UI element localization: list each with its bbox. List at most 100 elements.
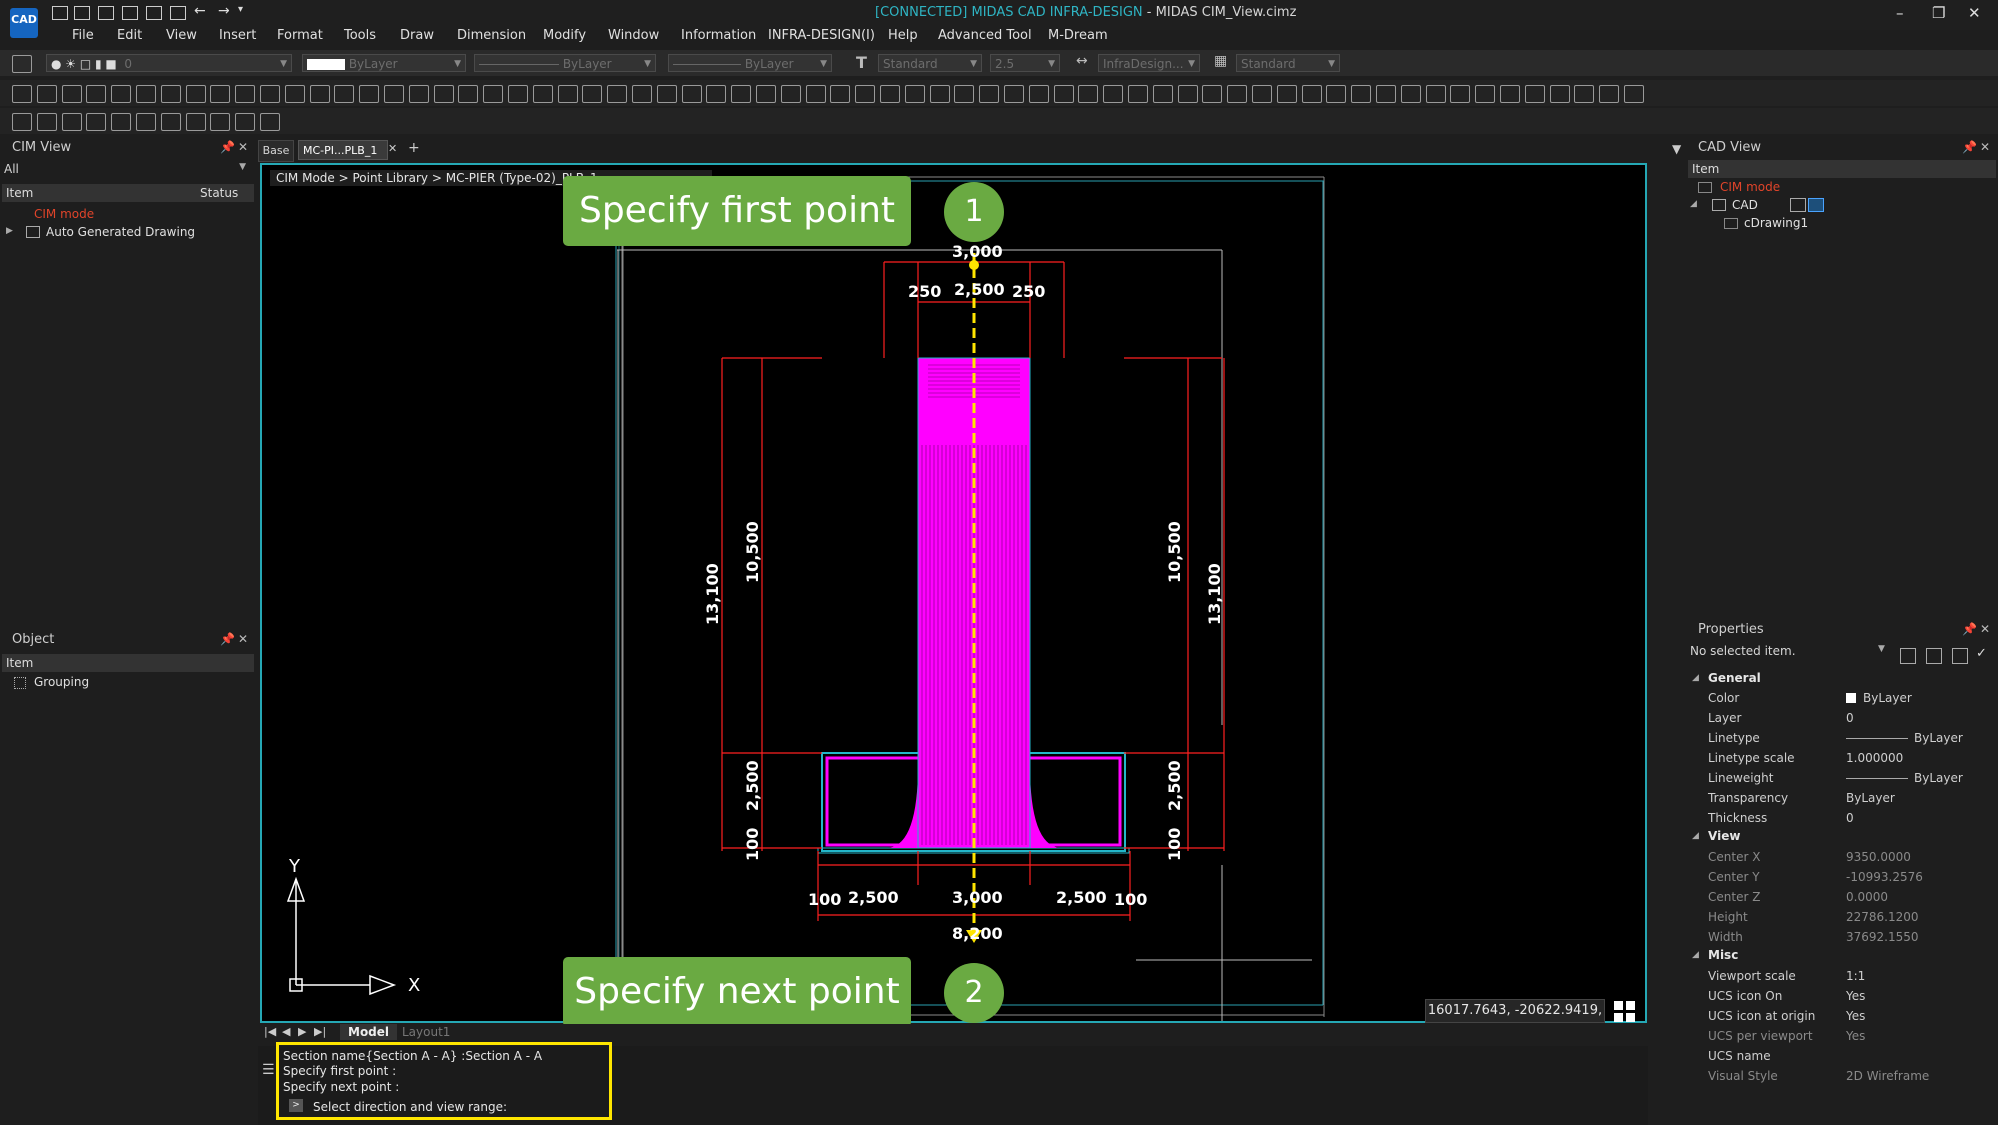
- tool-icon[interactable]: [656, 85, 677, 103]
- tool-icon[interactable]: [36, 85, 57, 103]
- menu-m-dream[interactable]: M-Dream: [1048, 28, 1108, 43]
- tool-icon[interactable]: [780, 85, 801, 103]
- tab-model[interactable]: Model: [340, 1024, 398, 1040]
- cad-model-icon[interactable]: [1790, 198, 1806, 212]
- menu-tools[interactable]: Tools: [344, 28, 376, 43]
- new-file-icon[interactable]: [52, 6, 68, 20]
- tool-icon[interactable]: [1202, 85, 1223, 103]
- tool-icon[interactable]: [1549, 85, 1570, 103]
- tool-icon[interactable]: [805, 85, 826, 103]
- menu-format[interactable]: Format: [277, 28, 323, 43]
- tab-list-icon[interactable]: ▼: [1672, 142, 1681, 156]
- expand-icon[interactable]: ▶: [6, 226, 13, 236]
- last-layout-icon[interactable]: ▶|: [314, 1025, 326, 1038]
- tool-icon[interactable]: [1500, 85, 1520, 103]
- tool-icon[interactable]: [508, 85, 528, 103]
- tool-icon[interactable]: [160, 85, 181, 103]
- tool-icon[interactable]: [582, 85, 603, 103]
- close-icon[interactable]: ✕: [238, 140, 248, 154]
- tool-icon[interactable]: [1524, 85, 1545, 103]
- tool-icon[interactable]: [86, 85, 107, 103]
- tool-icon[interactable]: [557, 85, 578, 103]
- tool-icon[interactable]: [632, 85, 652, 103]
- menu-help[interactable]: Help: [888, 28, 918, 43]
- menu-information[interactable]: Information: [681, 28, 756, 43]
- layer-combo[interactable]: ● ☀ □ ▮ ■ 0 ▼: [46, 54, 292, 72]
- menu-window[interactable]: Window: [608, 28, 659, 43]
- print-icon[interactable]: [146, 6, 162, 20]
- select-objects-icon[interactable]: [1952, 648, 1968, 664]
- collapse-icon[interactable]: ◢: [1692, 950, 1699, 960]
- minimize-icon[interactable]: –: [1896, 4, 1904, 22]
- tool-icon[interactable]: [1574, 85, 1595, 103]
- add-tab-icon[interactable]: +: [408, 140, 420, 156]
- menu-edit[interactable]: Edit: [117, 28, 142, 43]
- collapse-icon[interactable]: ◢: [1692, 673, 1699, 683]
- tool-icon[interactable]: [384, 85, 404, 103]
- tool-icon[interactable]: [433, 85, 454, 103]
- tool-icon[interactable]: [136, 85, 156, 103]
- tool-icon[interactable]: [1599, 85, 1620, 103]
- tool-icon[interactable]: [706, 85, 727, 103]
- prop-value-thickness[interactable]: 0: [1846, 811, 1854, 825]
- tool-icon[interactable]: [1152, 85, 1173, 103]
- tool-icon[interactable]: [1376, 85, 1396, 103]
- prop-value-transparency[interactable]: ByLayer: [1846, 791, 1895, 805]
- tool-icon[interactable]: [1624, 85, 1644, 103]
- viewport-grid-icon[interactable]: [1614, 1001, 1636, 1023]
- tool-icon[interactable]: [1475, 85, 1496, 103]
- tool-icon[interactable]: [260, 113, 280, 131]
- tree-item-cim-mode[interactable]: CIM mode: [34, 207, 94, 221]
- tool-icon[interactable]: [86, 113, 107, 131]
- tool-icon[interactable]: [458, 85, 479, 103]
- tool-icon[interactable]: [483, 85, 504, 103]
- tool-icon[interactable]: [136, 113, 156, 131]
- tool-icon[interactable]: [1252, 85, 1272, 103]
- tool-icon[interactable]: [1103, 85, 1124, 103]
- cim-filter-select[interactable]: All ▼: [4, 162, 250, 180]
- tool-icon[interactable]: [830, 85, 851, 103]
- command-menu-icon[interactable]: ☰: [262, 1062, 275, 1078]
- tool-icon[interactable]: [111, 85, 132, 103]
- tool-icon[interactable]: [210, 85, 231, 103]
- tree-item-grouping[interactable]: Grouping: [34, 675, 89, 689]
- tool-icon[interactable]: [681, 85, 702, 103]
- prev-layout-icon[interactable]: ◀: [282, 1025, 290, 1038]
- tool-icon[interactable]: [61, 113, 82, 131]
- tab-layout1[interactable]: Layout1: [402, 1025, 450, 1039]
- pin-icon[interactable]: 📌: [1962, 622, 1977, 636]
- tool-icon[interactable]: [260, 85, 280, 103]
- dim-style-combo[interactable]: InfraDesign... ▼: [1098, 54, 1200, 72]
- open-file-icon[interactable]: [74, 6, 90, 20]
- tool-icon[interactable]: [1301, 85, 1322, 103]
- prop-value-viewport-scale[interactable]: 1:1: [1846, 969, 1865, 983]
- tool-icon[interactable]: [111, 113, 132, 131]
- prop-value-color[interactable]: ByLayer: [1863, 691, 1912, 705]
- tool-icon[interactable]: [954, 85, 975, 103]
- tool-icon[interactable]: [1177, 85, 1198, 103]
- tool-icon[interactable]: [1053, 85, 1074, 103]
- menu-dimension[interactable]: Dimension: [457, 28, 526, 43]
- next-layout-icon[interactable]: ▶: [298, 1025, 306, 1038]
- customize-quick-access-icon[interactable]: ▾: [238, 4, 243, 15]
- tool-icon[interactable]: [756, 85, 776, 103]
- match-properties-icon[interactable]: ✓: [1976, 646, 1987, 661]
- tab-close-icon[interactable]: ✕: [388, 142, 397, 155]
- tool-icon[interactable]: [731, 85, 752, 103]
- prop-value-layer[interactable]: 0: [1846, 711, 1854, 725]
- tool-icon[interactable]: [607, 85, 628, 103]
- tool-icon[interactable]: [929, 85, 950, 103]
- tool-icon[interactable]: [532, 85, 553, 103]
- pin-icon[interactable]: 📌: [220, 632, 235, 646]
- tool-icon[interactable]: [185, 85, 206, 103]
- tool-icon[interactable]: [61, 85, 82, 103]
- tool-icon[interactable]: [1028, 85, 1049, 103]
- tool-icon[interactable]: [210, 113, 231, 131]
- category-view[interactable]: View: [1708, 829, 1740, 843]
- pin-icon[interactable]: 📌: [1962, 140, 1977, 154]
- selection-select[interactable]: No selected item. ▼: [1690, 644, 1890, 662]
- text-height-combo[interactable]: 2.5 ▼: [990, 54, 1060, 72]
- command-input[interactable]: Select direction and view range:: [313, 1100, 507, 1114]
- tool-icon[interactable]: [1078, 85, 1099, 103]
- tool-icon[interactable]: [12, 85, 32, 103]
